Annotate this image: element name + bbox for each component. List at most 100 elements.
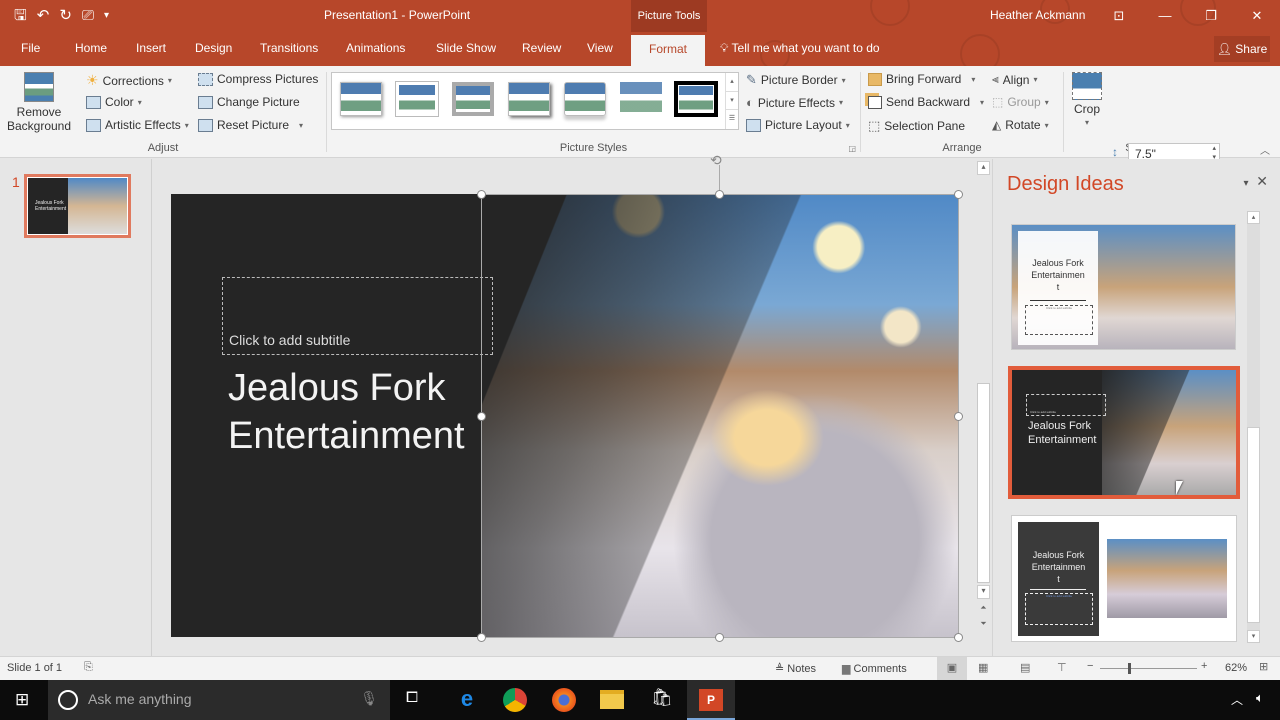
design-idea-3[interactable]: Jealous Fork Entertainmen t Click to add…	[1011, 515, 1237, 642]
zoom-slider-thumb[interactable]	[1128, 663, 1131, 674]
zoom-slider[interactable]	[1100, 663, 1197, 674]
bring-forward-button[interactable]: Bring Forward ▾	[868, 72, 975, 86]
dialog-launcher-icon[interactable]: ◲	[848, 144, 856, 153]
remove-background-button[interactable]: Remove Background	[4, 72, 74, 134]
minimize-button[interactable]: —	[1142, 0, 1188, 32]
picture-style-5[interactable]	[564, 82, 606, 116]
crop-button[interactable]: Crop ▾	[1072, 72, 1102, 127]
tell-me-search[interactable]: 💡︎ Tell me what you want to do	[720, 41, 880, 56]
align-button[interactable]: ⫷ Align ▾	[992, 72, 1037, 87]
picture-style-1[interactable]	[340, 82, 382, 116]
powerpoint-taskbar-button[interactable]: P	[687, 680, 735, 720]
rotate-handle-icon[interactable]: ⟲	[710, 152, 722, 169]
start-slideshow-icon[interactable]: ⎚	[82, 6, 94, 26]
zoom-in-button[interactable]: +	[1201, 660, 1207, 672]
resize-handle-ne[interactable]	[954, 190, 963, 199]
user-name[interactable]: Heather Ackmann	[990, 8, 1085, 22]
reading-view-button[interactable]: ▤	[1020, 661, 1030, 674]
resize-handle-sw[interactable]	[477, 633, 486, 642]
selection-pane-button[interactable]: ⬚ Selection Pane	[868, 118, 965, 134]
picture-style-7[interactable]	[674, 81, 718, 117]
comments-button[interactable]: ▆ Comments	[842, 662, 907, 675]
slideshow-view-button[interactable]: ⊤	[1057, 661, 1067, 674]
redo-icon[interactable]: ↻	[59, 6, 72, 26]
cortana-search[interactable]: Ask me anything 🎙︎	[48, 680, 390, 720]
send-backward-button[interactable]: Send Backward ▾	[868, 95, 984, 109]
scroll-down-icon[interactable]: ▾	[977, 585, 990, 599]
share-button[interactable]: 👤︎ Share	[1214, 36, 1270, 62]
resize-handle-w[interactable]	[477, 412, 486, 421]
artistic-effects-button[interactable]: Artistic Effects ▾	[86, 118, 189, 132]
scrollbar-thumb[interactable]	[977, 383, 990, 583]
scrollbar-thumb[interactable]	[1247, 427, 1260, 623]
picture-border-button[interactable]: ✎ Picture Border ▾	[746, 72, 846, 88]
design-idea-2[interactable]: Click to add subtitle Jealous Fork Enter…	[1008, 366, 1240, 499]
show-hidden-icons[interactable]: ︿	[1231, 691, 1243, 708]
color-button[interactable]: Color ▾	[86, 95, 142, 109]
tab-file[interactable]: File	[21, 41, 40, 55]
picture-style-3[interactable]	[452, 82, 494, 116]
rotate-button[interactable]: ◭ Rotate ▾	[992, 118, 1049, 132]
tab-format[interactable]: Format	[631, 35, 706, 66]
gallery-more-icon[interactable]: ☰	[726, 109, 738, 127]
windows-start-icon[interactable]: ⊞	[15, 690, 29, 710]
close-button[interactable]: ✕	[1234, 0, 1280, 32]
tab-design[interactable]: Design	[195, 41, 232, 55]
collapse-ribbon-icon[interactable]: ︿	[1260, 142, 1270, 157]
resize-handle-se[interactable]	[954, 633, 963, 642]
previous-slide-icon[interactable]: ⏶	[977, 603, 990, 613]
tab-transitions[interactable]: Transitions	[260, 41, 318, 55]
notes-button[interactable]: ≜ Notes	[775, 662, 816, 675]
resize-handle-e[interactable]	[954, 412, 963, 421]
picture-style-4[interactable]	[508, 82, 550, 116]
picture-style-6[interactable]	[620, 82, 662, 116]
gallery-up-icon[interactable]: ▴	[726, 73, 738, 91]
design-idea-1[interactable]: Jealous Fork Entertainmen t Click to add…	[1011, 224, 1236, 350]
tab-review[interactable]: Review	[522, 41, 561, 55]
tab-animations[interactable]: Animations	[346, 41, 405, 55]
microphone-icon[interactable]: 🎙︎	[360, 690, 378, 707]
pane-options-icon[interactable]: ▾	[1243, 178, 1248, 189]
picture-effects-button[interactable]: ◐ Picture Effects ▾	[746, 95, 843, 110]
tab-home[interactable]: Home	[75, 41, 107, 55]
task-view-icon[interactable]: ⧠	[406, 689, 418, 706]
scroll-down-icon[interactable]: ▾	[1247, 630, 1260, 643]
gallery-scroll[interactable]: ▴ ▾ ☰	[725, 73, 738, 129]
resize-handle-s[interactable]	[715, 633, 724, 642]
tab-slide-show[interactable]: Slide Show	[436, 41, 496, 55]
resize-handle-nw[interactable]	[477, 190, 486, 199]
gallery-down-icon[interactable]: ▾	[726, 91, 738, 109]
resize-handle-n[interactable]	[715, 190, 724, 199]
scroll-up-icon[interactable]: ▴	[1247, 211, 1260, 224]
file-explorer-icon[interactable]	[600, 690, 624, 709]
change-picture-button[interactable]: Change Picture	[198, 95, 300, 109]
editor-scrollbar[interactable]: ▴ ▾ ⏶ ⏷	[975, 159, 992, 656]
zoom-level[interactable]: 62%	[1225, 662, 1247, 674]
design-ideas-scrollbar[interactable]: ▴ ▾	[1247, 211, 1260, 643]
reset-picture-button[interactable]: Reset Picture ▾	[198, 118, 303, 132]
corrections-button[interactable]: ☀ Corrections ▾	[86, 72, 172, 89]
next-slide-icon[interactable]: ⏷	[977, 619, 990, 629]
slide-title[interactable]: Jealous Fork Entertainment	[228, 364, 465, 460]
volume-icon[interactable]: 🔈︎	[1256, 690, 1264, 706]
group-objects-button[interactable]: ⬚ Group ▾	[992, 95, 1049, 109]
zoom-out-button[interactable]: −	[1087, 660, 1093, 672]
compress-pictures-button[interactable]: Compress Pictures	[198, 72, 318, 86]
picture-layout-button[interactable]: Picture Layout ▾	[746, 118, 850, 132]
fit-to-window-icon[interactable]: ⊞	[1259, 660, 1268, 673]
restore-button[interactable]: ❐	[1188, 0, 1234, 32]
undo-icon[interactable]: ↶	[37, 6, 50, 26]
edge-icon[interactable]: e	[455, 688, 479, 712]
normal-view-button[interactable]: ▣	[937, 657, 967, 680]
save-icon[interactable]: 🖫	[14, 6, 27, 26]
store-icon[interactable]: 🛍︎	[651, 688, 673, 708]
chrome-icon[interactable]	[503, 688, 527, 712]
slide-sorter-button[interactable]: ▦	[978, 661, 988, 674]
picture-style-2[interactable]	[395, 81, 439, 117]
close-pane-icon[interactable]: ✕	[1256, 173, 1268, 189]
subtitle-placeholder[interactable]: Click to add subtitle	[222, 277, 493, 355]
firefox-icon[interactable]	[552, 688, 576, 712]
spell-check-icon[interactable]: ⎘	[84, 661, 93, 674]
scroll-up-icon[interactable]: ▴	[977, 161, 990, 175]
slide-thumbnail-1[interactable]: Jealous Fork Entertainment	[24, 174, 131, 238]
